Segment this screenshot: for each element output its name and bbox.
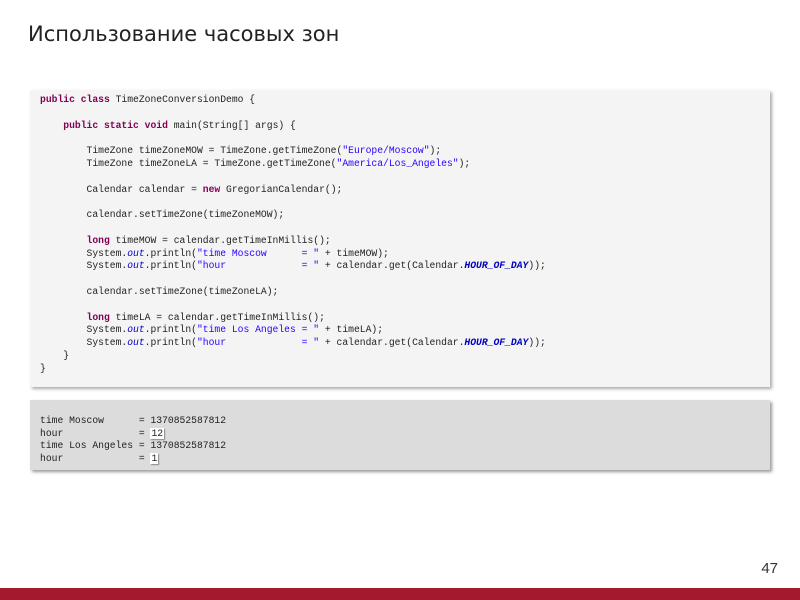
- code-listing: public class TimeZoneConversionDemo { pu…: [30, 90, 770, 387]
- output-label: hour =: [40, 453, 151, 465]
- code-token: Calendar calendar =: [40, 183, 203, 195]
- code-token: .println(: [144, 324, 197, 336]
- code-token: );: [429, 145, 442, 157]
- code-token: .println(: [144, 247, 197, 259]
- code-token: "time Los Angeles = ": [196, 324, 320, 336]
- code-token: ));: [528, 260, 546, 272]
- code-line: long timeMOW = calendar.getTimeInMillis(…: [40, 235, 331, 246]
- code-token: calendar.setTimeZone(timeZoneLA);: [40, 285, 279, 297]
- code-token: "hour = ": [196, 337, 320, 349]
- code-token: }: [40, 362, 46, 374]
- output-value: 1: [150, 453, 159, 465]
- code-token: out: [127, 260, 145, 272]
- slide-title: Использование часовых зон: [28, 22, 340, 46]
- code-line: TimeZone timeZoneMOW = TimeZone.getTimeZ…: [40, 145, 442, 157]
- code-token: );: [458, 157, 471, 169]
- code-token: ));: [528, 337, 546, 349]
- code-line: public class TimeZoneConversionDemo {: [40, 94, 255, 105]
- code-line: System.out.println("hour = " + calendar.…: [40, 337, 546, 348]
- code-token: HOUR_OF_DAY: [464, 260, 529, 272]
- code-text: public class TimeZoneConversionDemo { pu…: [40, 94, 546, 376]
- code-token: timeLA = calendar.getTimeInMillis();: [109, 311, 325, 323]
- code-token: long: [86, 311, 110, 323]
- code-line: System.out.println("hour = " + calendar.…: [40, 260, 546, 271]
- code-token: System.: [40, 324, 128, 336]
- code-token: + timeMOW);: [319, 247, 389, 259]
- page-number: 47: [761, 560, 778, 577]
- code-token: public class: [40, 94, 110, 105]
- code-token: public static void: [63, 119, 168, 131]
- code-line: }: [40, 350, 69, 361]
- code-token: "America/Los_Angeles": [336, 157, 459, 169]
- code-token: System.: [40, 247, 128, 259]
- code-token: + calendar.get(Calendar.: [319, 337, 465, 349]
- code-token: .println(: [144, 260, 197, 272]
- code-token: "Europe/Moscow": [342, 145, 430, 157]
- code-token: "time Moscow = ": [196, 247, 320, 259]
- code-token: calendar.setTimeZone(timeZoneMOW);: [40, 209, 285, 221]
- code-line: Calendar calendar = new GregorianCalenda…: [40, 183, 343, 195]
- code-token: timeMOW = calendar.getTimeInMillis();: [109, 234, 331, 246]
- code-token: main(String[] args) {: [167, 119, 296, 131]
- console-output: time Moscow = 1370852587812 hour = 12 ti…: [30, 400, 770, 470]
- code-token: TimeZone timeZoneLA = TimeZone.getTimeZo…: [40, 157, 337, 169]
- code-line: long timeLA = calendar.getTimeInMillis()…: [40, 312, 325, 323]
- code-token: long: [86, 234, 110, 246]
- output-value: 1370852587812: [150, 440, 227, 452]
- code-line: System.out.println("time Moscow = " + ti…: [40, 248, 389, 259]
- output-value: 12: [150, 427, 165, 439]
- code-token: System.: [40, 260, 128, 272]
- code-token: System.: [40, 337, 128, 349]
- code-token: out: [127, 324, 145, 336]
- output-text: time Moscow = 1370852587812 hour = 12 ti…: [40, 415, 226, 466]
- footer-bar: [0, 588, 800, 600]
- code-token: "hour = ": [196, 260, 320, 272]
- code-token: out: [127, 247, 145, 259]
- code-token: TimeZoneConversionDemo {: [109, 94, 256, 105]
- code-token: + calendar.get(Calendar.: [319, 260, 465, 272]
- code-line: System.out.println("time Los Angeles = "…: [40, 324, 384, 336]
- code-token: HOUR_OF_DAY: [464, 337, 529, 349]
- code-token: TimeZone timeZoneMOW = TimeZone.getTimeZ…: [40, 145, 343, 157]
- code-token: new: [202, 183, 221, 195]
- code-line: }: [40, 363, 46, 374]
- code-token: out: [127, 337, 145, 349]
- output-value: 1370852587812: [150, 415, 227, 426]
- code-token: GregorianCalendar();: [220, 183, 343, 195]
- code-token: + timeLA);: [319, 324, 384, 336]
- output-label: hour =: [40, 427, 151, 439]
- output-label: time Los Angeles =: [40, 440, 151, 452]
- code-line: calendar.setTimeZone(timeZoneLA);: [40, 285, 279, 297]
- code-token: }: [40, 349, 70, 361]
- code-line: public static void main(String[] args) {: [40, 120, 296, 131]
- code-line: calendar.setTimeZone(timeZoneMOW);: [40, 209, 285, 221]
- code-line: TimeZone timeZoneLA = TimeZone.getTimeZo…: [40, 157, 471, 169]
- output-label: time Moscow =: [40, 415, 151, 426]
- code-token: .println(: [144, 337, 197, 349]
